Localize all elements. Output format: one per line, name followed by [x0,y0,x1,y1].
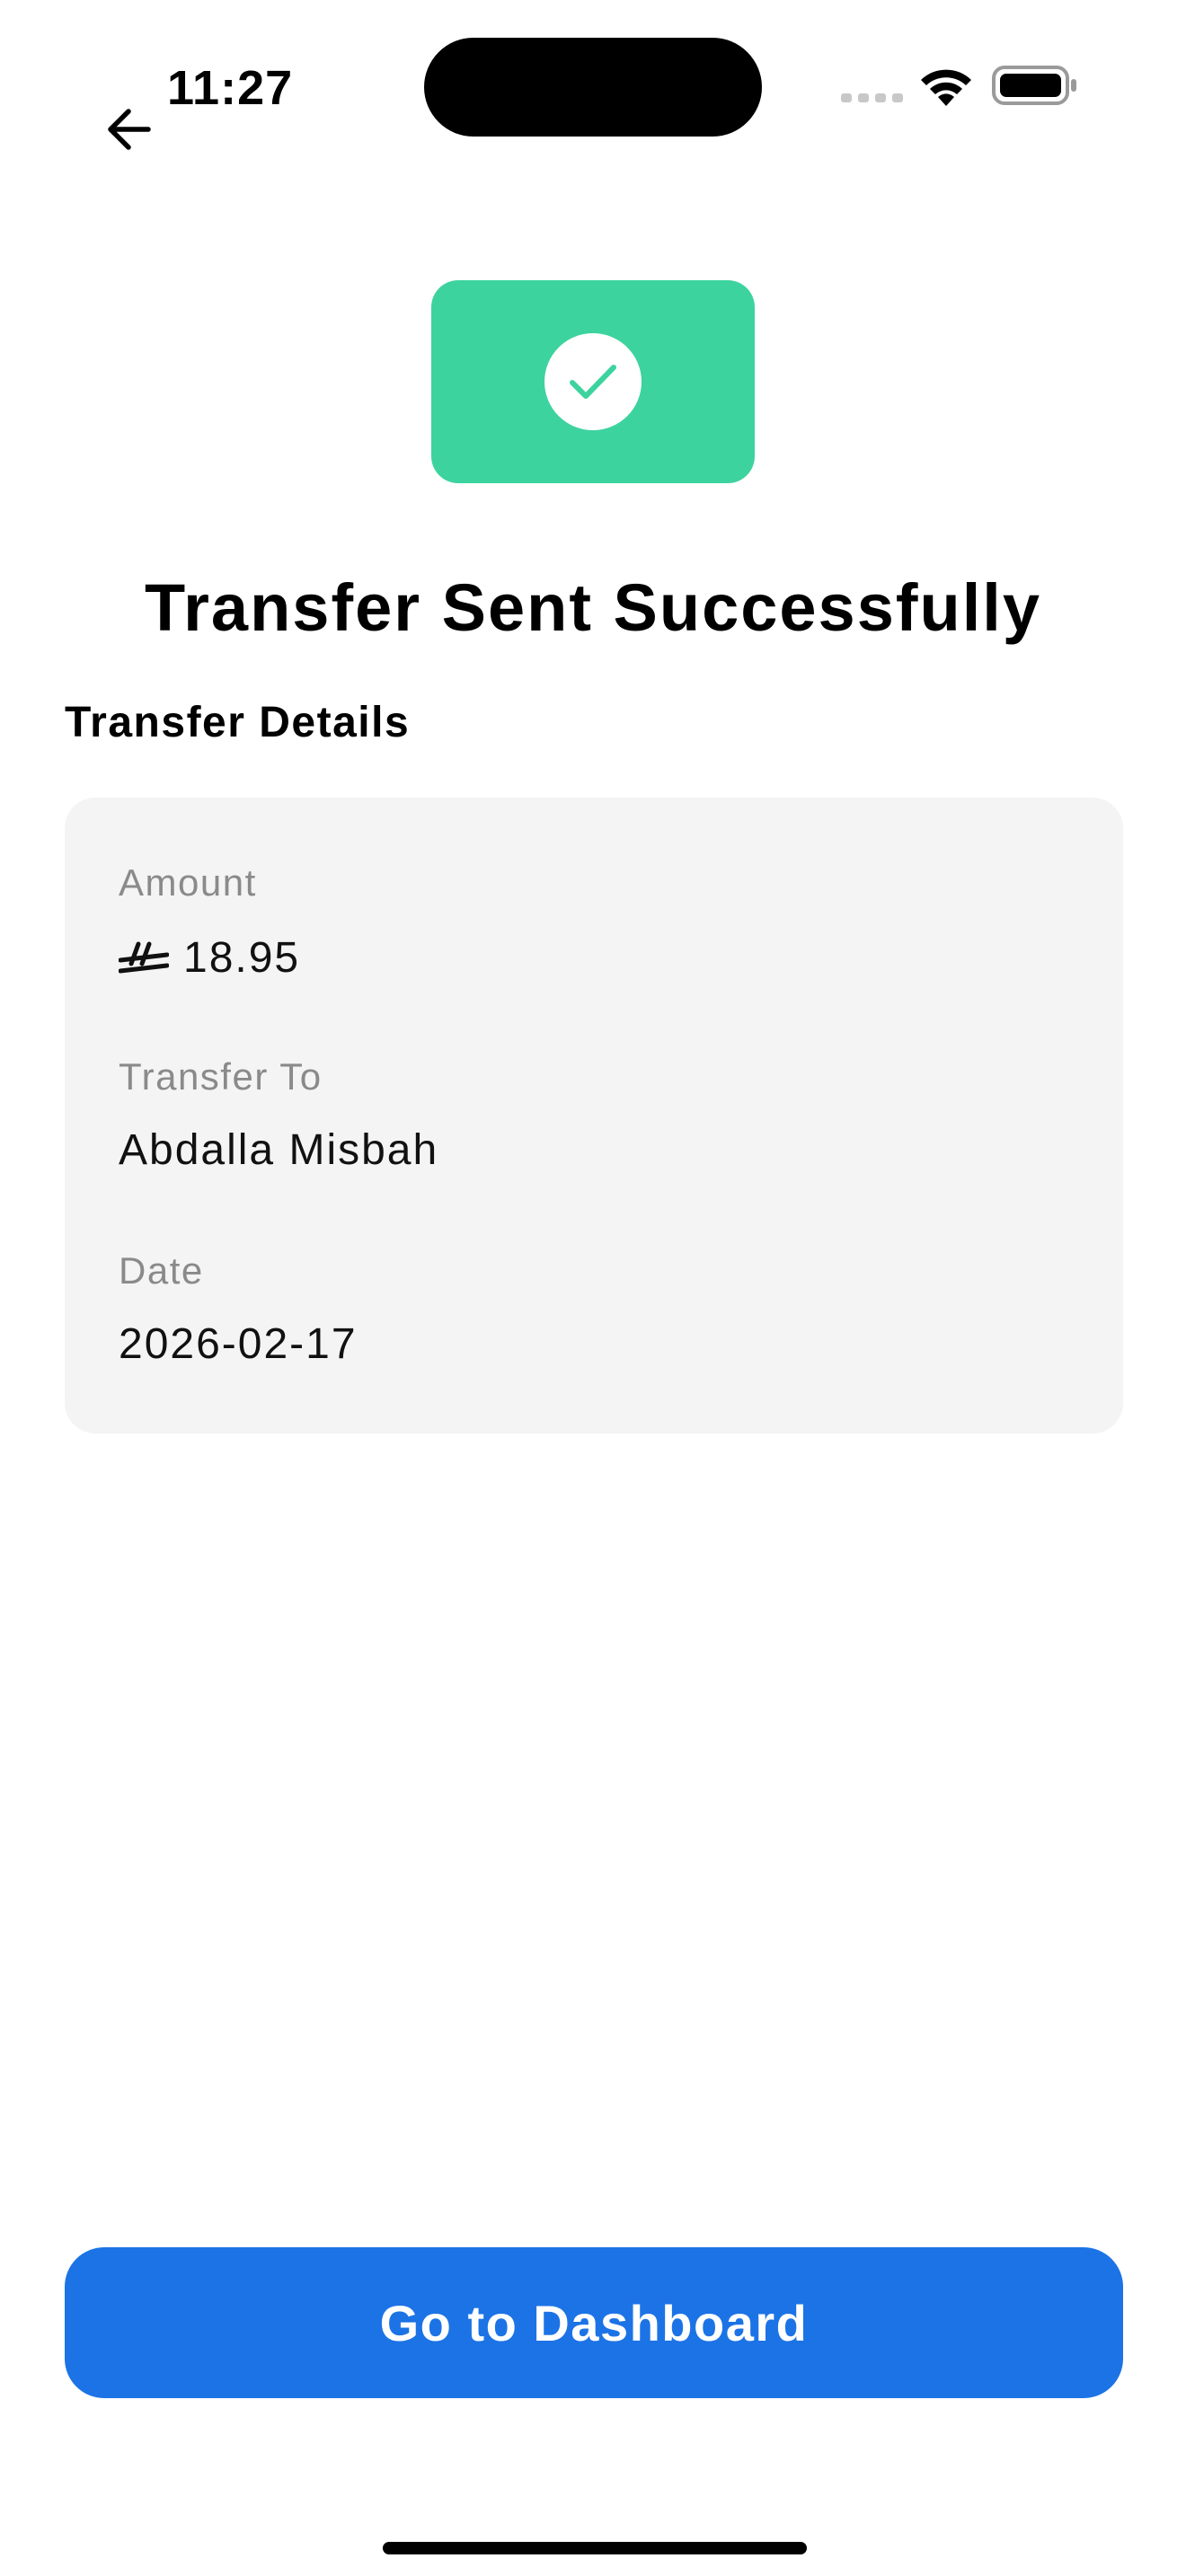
home-indicator[interactable] [383,2542,807,2554]
amount-value-row: 18.95 [119,932,300,984]
date-label: Date [119,1249,204,1292]
status-time: 11:27 [167,61,294,115]
transfer-details-card: Amount 18.95 Transfer To Abdalla Misbah … [65,798,1123,1434]
checkmark-circle-icon [544,333,642,430]
wifi-icon [921,69,971,106]
cellular-signal-icon [841,93,903,102]
go-to-dashboard-button[interactable]: Go to Dashboard [65,2247,1123,2398]
saudi-riyal-icon [119,941,169,974]
checkmark-icon [570,365,616,399]
amount-label: Amount [119,861,257,904]
go-to-dashboard-label: Go to Dashboard [379,2294,809,2351]
recipient-label: Transfer To [119,1055,323,1098]
section-title: Transfer Details [65,699,411,746]
page-title: Transfer Sent Successfully [145,570,1041,645]
recipient-value: Abdalla Misbah [119,1126,439,1174]
date-value: 2026-02-17 [119,1320,358,1368]
arrow-left-icon [108,109,151,150]
dynamic-island [424,38,762,137]
success-badge [431,280,755,483]
back-button[interactable] [93,97,164,162]
amount-value: 18.95 [183,934,301,982]
battery-icon [992,66,1076,105]
